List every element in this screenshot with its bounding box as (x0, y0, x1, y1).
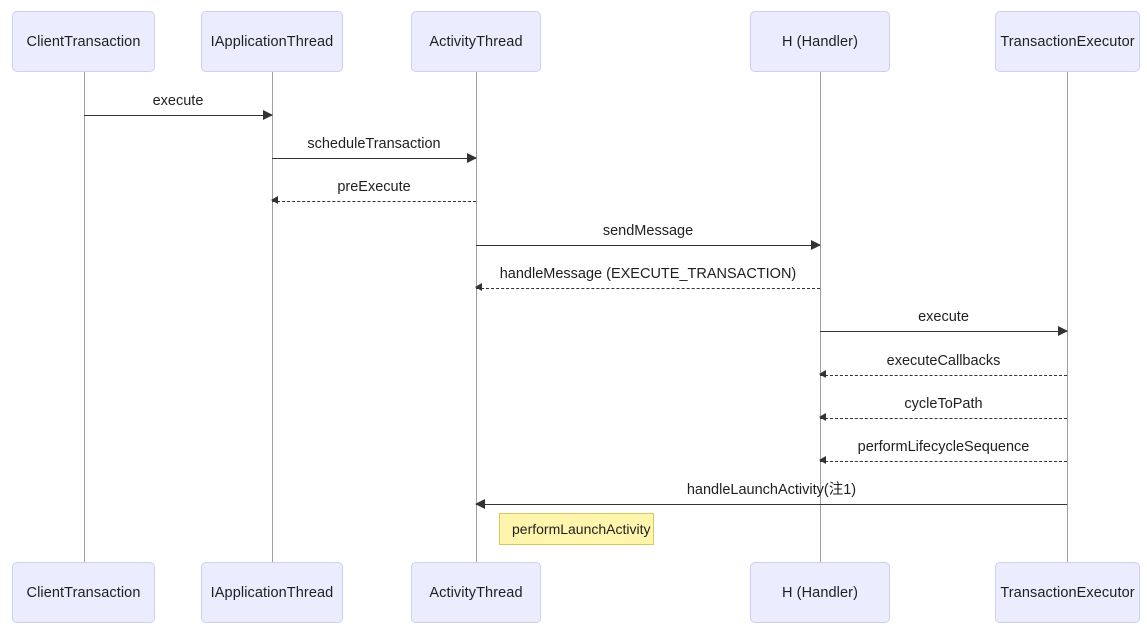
participant-activity-thread-top[interactable]: ActivityThread (411, 11, 541, 72)
participant-label: IApplicationThread (210, 33, 334, 50)
arrowhead-left-icon (475, 283, 482, 291)
sequence-diagram: ClientTransaction IApplicationThread Activ… (0, 0, 1147, 637)
participant-activity-thread-bottom[interactable]: ActivityThread (411, 562, 541, 623)
arrowhead-left-icon (819, 413, 826, 421)
participant-label: ClientTransaction (26, 584, 141, 601)
participant-label: ClientTransaction (26, 33, 141, 50)
message-label: preExecute (337, 178, 411, 195)
message-line (476, 288, 820, 289)
participant-label: ActivityThread (429, 33, 523, 50)
participant-h-handler-bottom[interactable]: H (Handler) (750, 562, 890, 623)
participant-iapplication-thread-bottom[interactable]: IApplicationThread (201, 562, 343, 623)
note-perform-launch-activity-note[interactable]: performLaunchActivity (499, 513, 654, 545)
lifeline-client-transaction (84, 72, 85, 562)
arrowhead-left-icon (271, 196, 278, 204)
participant-iapplication-thread-top[interactable]: IApplicationThread (201, 11, 343, 72)
message-label: sendMessage (602, 222, 694, 239)
message-label: handleLaunchActivity(注1) (686, 481, 857, 498)
participant-h-handler-top[interactable]: H (Handler) (750, 11, 890, 72)
participant-label: H (Handler) (781, 33, 859, 50)
message-line (84, 115, 272, 116)
message-line (820, 461, 1067, 462)
arrowhead-left-icon (819, 370, 826, 378)
arrowhead-left-icon (819, 456, 826, 464)
message-label: scheduleTransaction (307, 135, 441, 152)
arrowhead-left-icon (475, 499, 485, 509)
message-label: execute (918, 308, 969, 325)
participant-transaction-executor-top[interactable]: TransactionExecutor (995, 11, 1140, 72)
lifeline-transaction-executor (1067, 72, 1068, 562)
arrowhead-right-icon (811, 240, 821, 250)
message-label: performLifecycleSequence (857, 438, 1030, 455)
message-line (476, 504, 1067, 505)
participant-label: TransactionExecutor (1000, 584, 1135, 601)
message-line (476, 245, 820, 246)
message-line (272, 201, 476, 202)
arrowhead-right-icon (467, 153, 477, 163)
note-label: performLaunchActivity (512, 521, 651, 537)
message-line (820, 418, 1067, 419)
participant-label: H (Handler) (781, 584, 859, 601)
participant-transaction-executor-bottom[interactable]: TransactionExecutor (995, 562, 1140, 623)
message-label: handleMessage (EXECUTE_TRANSACTION) (499, 265, 797, 282)
arrowhead-right-icon (1058, 326, 1068, 336)
participant-label: ActivityThread (429, 584, 523, 601)
participant-client-transaction-bottom[interactable]: ClientTransaction (12, 562, 155, 623)
message-line (820, 375, 1067, 376)
message-line (272, 158, 476, 159)
message-line (820, 331, 1067, 332)
message-label: execute (152, 92, 204, 109)
participant-label: IApplicationThread (210, 584, 334, 601)
participant-label: TransactionExecutor (1000, 33, 1135, 50)
message-label: cycleToPath (904, 395, 983, 412)
arrowhead-right-icon (263, 110, 273, 120)
message-label: executeCallbacks (886, 352, 1001, 369)
participant-client-transaction-top[interactable]: ClientTransaction (12, 11, 155, 72)
